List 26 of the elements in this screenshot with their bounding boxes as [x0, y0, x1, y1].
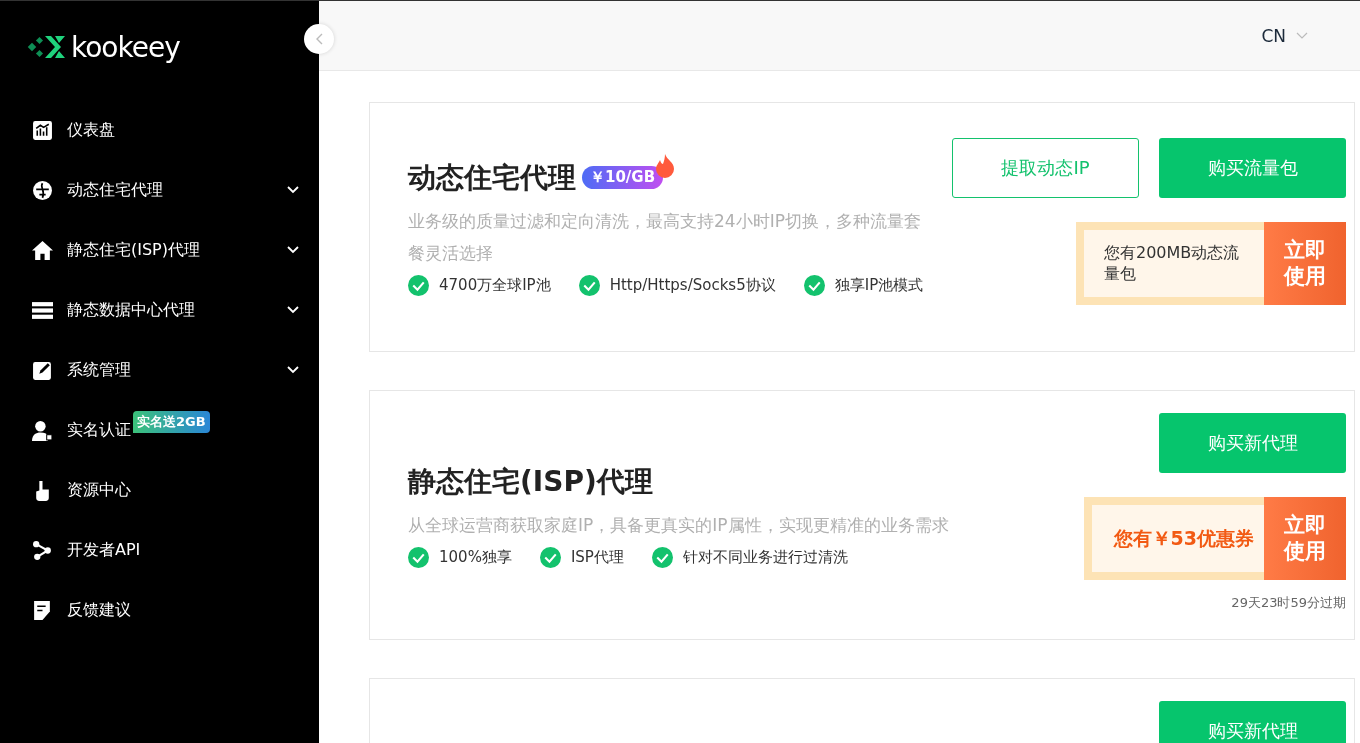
logo-text: kookeey [71, 30, 180, 64]
sidebar-item[interactable]: 仪表盘 [0, 100, 319, 160]
card-description: 业务级的质量过滤和定向清洗，最高支持24小时IP切换，多种流量套餐灵活选择 [408, 209, 922, 265]
feature-text: 100%独享 [439, 547, 512, 567]
language-selector[interactable]: CN [1261, 25, 1308, 46]
promo-badge: 实名送2GB [133, 411, 210, 433]
sidebar-item[interactable]: 开发者API [0, 520, 319, 580]
sidebar-item[interactable]: 系统管理 [0, 340, 319, 400]
feature-text: 针对不同业务进行过清洗 [682, 547, 848, 567]
sidebar-item[interactable]: 反馈建议 [0, 580, 319, 640]
sidebar-item[interactable]: 静态数据中心代理 [0, 280, 319, 340]
coupon-text: 您有￥53优惠券 [1091, 505, 1264, 572]
card-description: 从全球运营商获取家庭IP，具备更真实的IP属性，实现更精准的业务需求 [408, 513, 950, 537]
feature-text: 独享IP池模式 [834, 275, 924, 295]
card-title: 静态住宅(ISP)代理 [408, 463, 653, 500]
expiry-text: 29天23时59分过期 [1231, 594, 1346, 612]
sidebar-item[interactable]: 实名认证 实名送2GB [0, 400, 319, 460]
sidebar-item[interactable]: 资源中心 [0, 460, 319, 520]
sidebar-item[interactable]: 静态住宅(ISP)代理 [0, 220, 319, 280]
feature-text: Http/Https/Socks5协议 [609, 275, 776, 295]
coupon-text: 您有200MB动态流量包 [1084, 230, 1264, 297]
feature-text: ISP代理 [570, 547, 624, 567]
feature-text: 4700万全球IP池 [439, 275, 551, 295]
price-badge: ￥10/GB [582, 166, 664, 189]
sidebar-item[interactable]: 动态住宅代理 [0, 160, 319, 220]
card-title: 动态住宅代理 [408, 159, 576, 196]
